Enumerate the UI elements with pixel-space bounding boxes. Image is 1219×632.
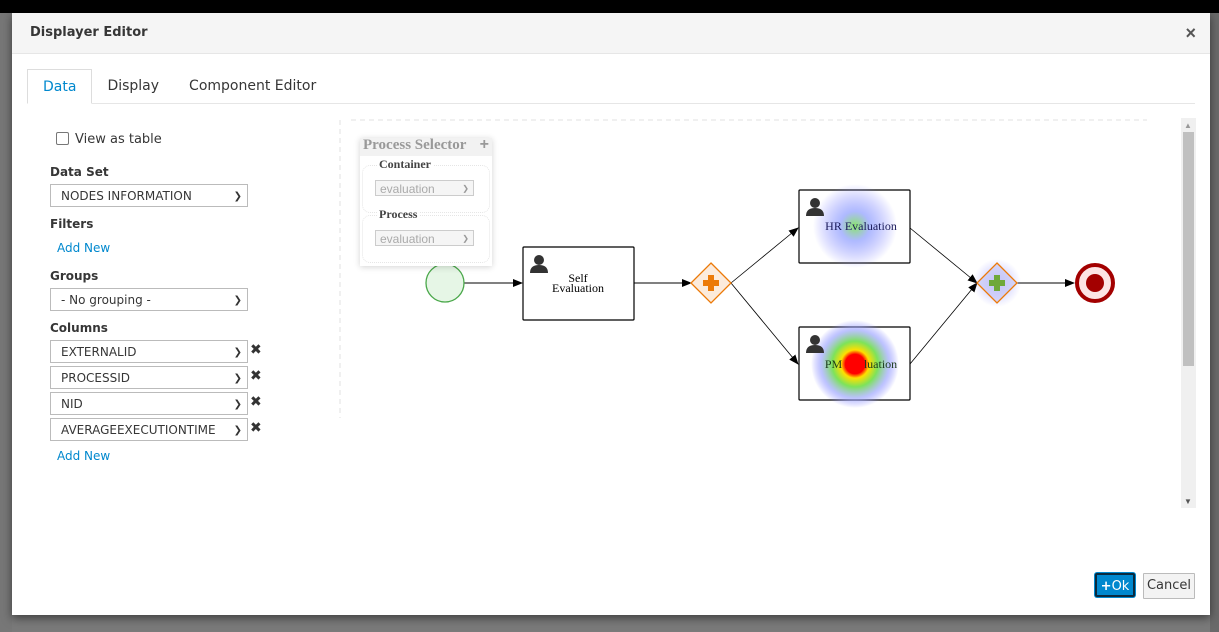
process-selector-title: Process Selector bbox=[363, 137, 467, 153]
column-select[interactable]: AVERAGEEXECUTIONTIME ❯ bbox=[50, 418, 248, 441]
column-value: AVERAGEEXECUTIONTIME bbox=[61, 423, 216, 437]
background-page bbox=[0, 13, 12, 632]
plus-icon[interactable]: + bbox=[480, 136, 489, 154]
process-label: Process bbox=[377, 207, 420, 222]
chevron-down-icon: ❯ bbox=[233, 425, 242, 436]
tab-component-editor[interactable]: Component Editor bbox=[174, 69, 331, 102]
chevron-down-icon: ❯ bbox=[462, 184, 469, 193]
task-self-evaluation[interactable]: Self Evaluation bbox=[522, 246, 635, 321]
scroll-up-icon[interactable]: ▲ bbox=[1184, 121, 1192, 130]
sequence-flow bbox=[909, 227, 978, 284]
view-as-table-label: View as table bbox=[75, 132, 162, 147]
column-value: NID bbox=[61, 397, 83, 411]
tab-display[interactable]: Display bbox=[92, 69, 174, 102]
column-select[interactable]: NID ❯ bbox=[50, 392, 248, 415]
scrollbar-thumb[interactable] bbox=[1183, 132, 1194, 366]
chevron-down-icon: ❯ bbox=[233, 191, 242, 202]
end-event[interactable] bbox=[1075, 263, 1115, 303]
modal-title: Displayer Editor bbox=[30, 25, 148, 40]
sequence-flow bbox=[730, 282, 799, 365]
tab-bar: Data Display Component Editor bbox=[27, 69, 1195, 104]
groups-label: Groups bbox=[50, 269, 99, 283]
remove-column-icon[interactable]: ✖ bbox=[250, 394, 262, 410]
data-set-label: Data Set bbox=[50, 165, 109, 179]
background-page-right bbox=[1210, 13, 1219, 632]
sequence-flow bbox=[730, 227, 799, 284]
chevron-down-icon: ❯ bbox=[233, 295, 242, 306]
groups-value: - No grouping - bbox=[61, 293, 151, 307]
container-fieldset: Container evaluation ❯ bbox=[362, 157, 490, 213]
start-event[interactable] bbox=[425, 263, 465, 303]
parallel-gateway-fork[interactable] bbox=[690, 262, 732, 304]
chevron-down-icon: ❯ bbox=[462, 234, 469, 243]
columns-label: Columns bbox=[50, 321, 108, 335]
column-select[interactable]: EXTERNALID ❯ bbox=[50, 340, 248, 363]
column-value: EXTERNALID bbox=[61, 345, 137, 359]
column-select[interactable]: PROCESSID ❯ bbox=[50, 366, 248, 389]
plus-icon: + bbox=[1100, 579, 1112, 594]
chevron-down-icon: ❯ bbox=[233, 399, 242, 410]
background-page-bottom bbox=[12, 615, 1210, 632]
data-set-value: NODES INFORMATION bbox=[61, 189, 192, 203]
ok-button[interactable]: +Ok bbox=[1095, 573, 1135, 597]
groups-select[interactable]: - No grouping - ❯ bbox=[50, 288, 248, 311]
task-label: Evaluation bbox=[552, 281, 604, 295]
close-icon[interactable]: × bbox=[1185, 23, 1196, 44]
parallel-gateway-join[interactable] bbox=[973, 259, 1021, 307]
data-set-select[interactable]: NODES INFORMATION ❯ bbox=[50, 184, 248, 207]
scroll-down-icon[interactable]: ▼ bbox=[1184, 497, 1192, 506]
displayer-editor-modal: Displayer Editor × Data Display Componen… bbox=[12, 13, 1210, 615]
columns-add-new-link[interactable]: Add New bbox=[57, 449, 110, 463]
task-pm-evaluation[interactable]: PM Evaluation bbox=[798, 320, 911, 408]
process-selector-header: Process Selector + bbox=[360, 136, 492, 156]
sequence-flow bbox=[909, 282, 978, 365]
tab-data[interactable]: Data bbox=[27, 69, 93, 104]
filters-add-new-link[interactable]: Add New bbox=[57, 241, 110, 255]
column-value: PROCESSID bbox=[61, 371, 130, 385]
container-value: evaluation bbox=[380, 182, 435, 196]
cancel-button[interactable]: Cancel bbox=[1143, 573, 1195, 599]
remove-column-icon[interactable]: ✖ bbox=[250, 420, 262, 436]
chevron-down-icon: ❯ bbox=[233, 347, 242, 358]
modal-header: Displayer Editor × bbox=[12, 13, 1210, 54]
chevron-down-icon: ❯ bbox=[233, 373, 242, 384]
task-label: HR Evaluation bbox=[825, 219, 897, 233]
process-select[interactable]: evaluation ❯ bbox=[375, 230, 474, 246]
canvas-scrollbar[interactable]: ▲ ▼ bbox=[1181, 118, 1196, 508]
filters-label: Filters bbox=[50, 217, 94, 231]
process-value: evaluation bbox=[380, 232, 435, 246]
remove-column-icon[interactable]: ✖ bbox=[250, 368, 262, 384]
container-label: Container bbox=[377, 157, 433, 172]
remove-column-icon[interactable]: ✖ bbox=[250, 342, 262, 358]
ok-label: Ok bbox=[1111, 579, 1130, 594]
top-bar bbox=[0, 0, 1219, 13]
process-fieldset: Process evaluation ❯ bbox=[362, 207, 490, 263]
view-as-table-row[interactable]: View as table bbox=[56, 131, 162, 149]
view-as-table-checkbox[interactable] bbox=[56, 132, 69, 145]
process-selector-panel: Process Selector + Container evaluation … bbox=[360, 136, 492, 266]
container-select[interactable]: evaluation ❯ bbox=[375, 180, 474, 196]
task-hr-evaluation[interactable]: HR Evaluation bbox=[798, 184, 911, 268]
process-diagram-canvas[interactable]: Self Evaluation HR Evaluation PM Evaluat… bbox=[339, 118, 1182, 508]
